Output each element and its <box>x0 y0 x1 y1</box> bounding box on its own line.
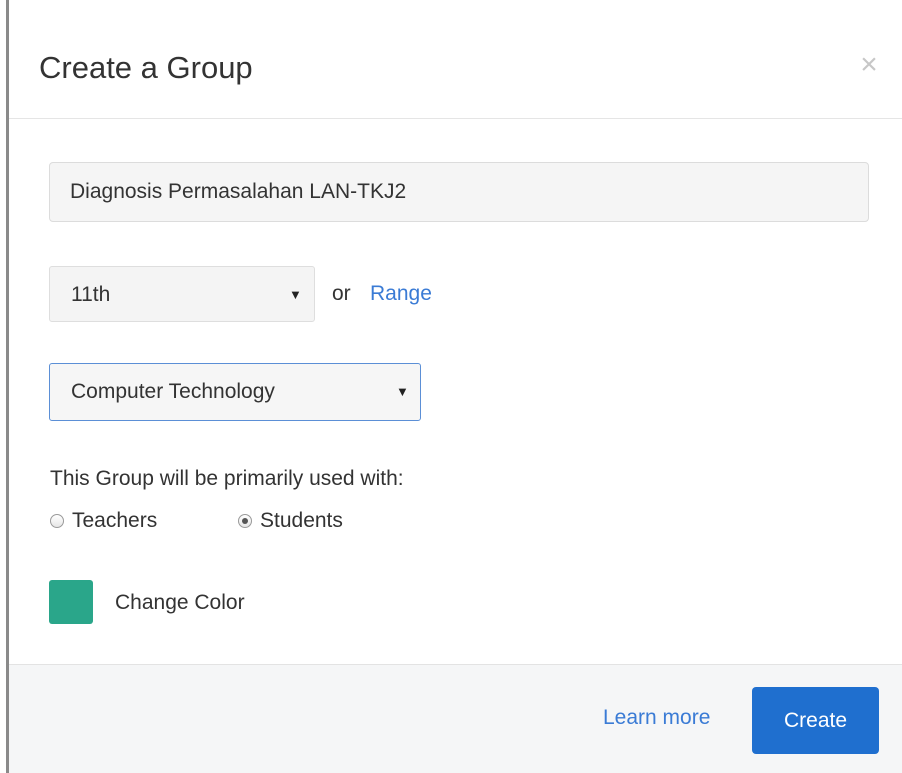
dialog-footer: Learn more Create <box>9 664 902 773</box>
learn-more-link[interactable]: Learn more <box>603 706 710 730</box>
grade-select[interactable]: 11th ▼ <box>49 266 315 322</box>
subject-select[interactable]: Computer Technology ▼ <box>49 363 421 421</box>
radio-option-students[interactable]: Students <box>238 508 343 534</box>
chevron-down-icon: ▼ <box>396 384 409 399</box>
create-button[interactable]: Create <box>752 687 879 754</box>
or-label: or <box>332 282 351 305</box>
radio-label-teachers: Teachers <box>72 509 158 532</box>
grade-select-value: 11th <box>71 283 111 306</box>
change-color-link[interactable]: Change Color <box>115 591 245 615</box>
color-swatch[interactable] <box>49 580 93 624</box>
radio-option-teachers[interactable]: Teachers <box>50 508 157 534</box>
dialog-header: Create a Group × <box>9 0 902 119</box>
window-edge <box>0 0 9 773</box>
group-name-input[interactable] <box>49 162 869 222</box>
range-link[interactable]: Range <box>370 282 432 306</box>
dialog-title: Create a Group <box>39 50 253 85</box>
create-group-dialog: Create a Group × 11th ▼ or Range Compute… <box>9 0 902 773</box>
usage-label: This Group will be primarily used with: <box>50 467 404 490</box>
radio-students[interactable] <box>238 514 252 528</box>
close-icon[interactable]: × <box>854 50 884 80</box>
subject-select-value: Computer Technology <box>71 380 275 403</box>
radio-label-students: Students <box>260 509 343 532</box>
radio-teachers[interactable] <box>50 514 64 528</box>
chevron-down-icon: ▼ <box>289 287 302 302</box>
